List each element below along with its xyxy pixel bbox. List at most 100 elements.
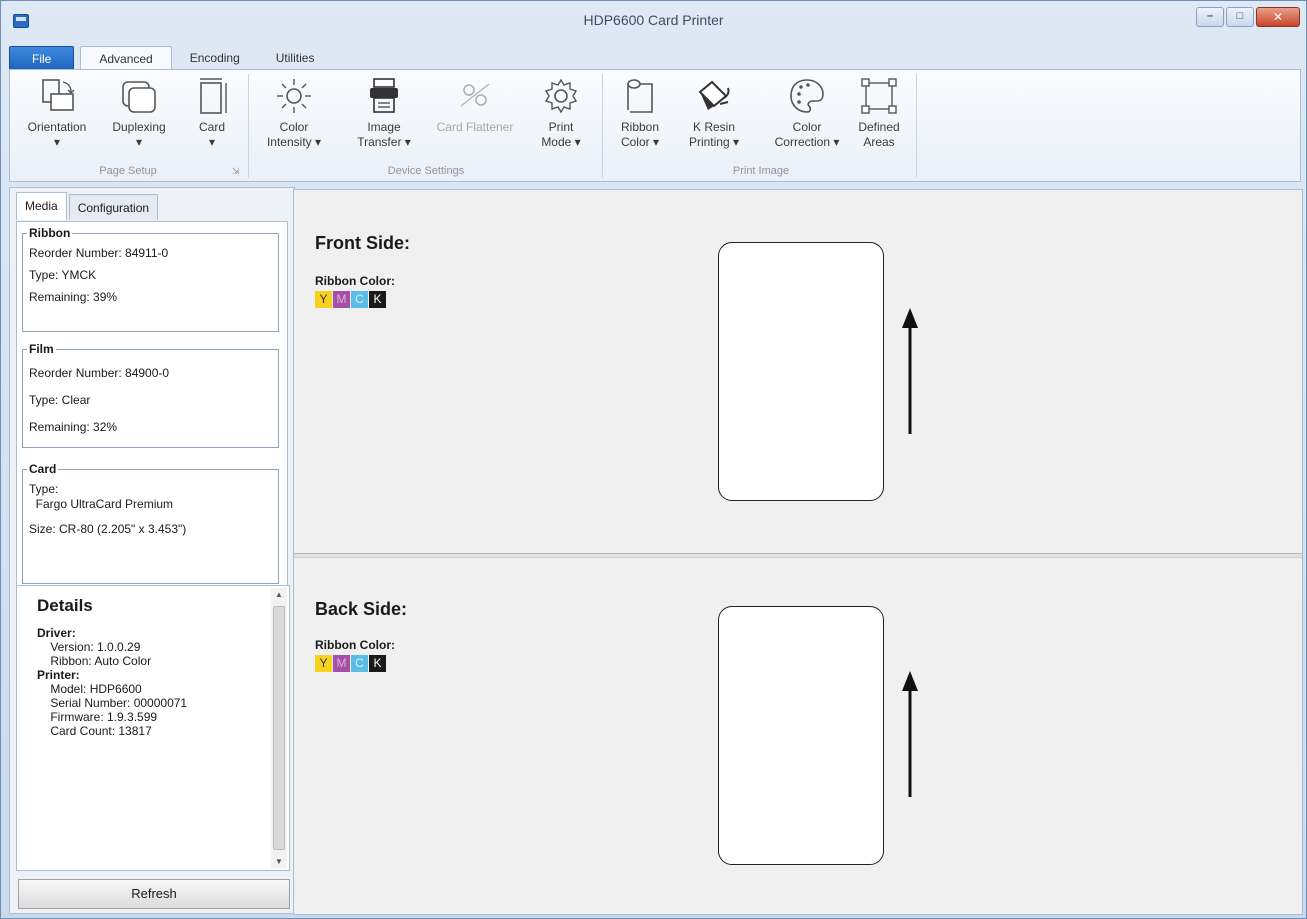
color-correction-button[interactable]: Color Correction ▾ xyxy=(762,76,852,150)
group-separator xyxy=(916,74,917,178)
black-panel-swatch: K xyxy=(369,655,386,672)
orientation-button[interactable]: Orientation ▾ xyxy=(18,76,96,150)
tab-encoding[interactable]: Encoding xyxy=(172,46,258,70)
media-panel: Ribbon Reorder Number: 84911-0 Type: YMC… xyxy=(16,221,288,593)
group-separator xyxy=(248,74,249,178)
driver-heading: Driver: xyxy=(37,626,76,640)
back-side-title: Back Side: xyxy=(315,599,408,619)
defined-areas-label-1: Defined xyxy=(858,120,900,134)
ribbon-tab-bar: File Advanced Encoding Utilities xyxy=(9,45,332,70)
ribbon-group: Ribbon Reorder Number: 84911-0 Type: YMC… xyxy=(22,226,279,332)
card-size-icon xyxy=(200,78,227,114)
ribbon-remaining: Remaining: 39% xyxy=(29,290,118,304)
front-ribbon-swatches: Y M C K xyxy=(315,291,387,308)
sun-icon xyxy=(277,79,311,113)
card-size: Size: CR-80 (2.205" x 3.453") xyxy=(29,522,187,536)
group-label-device-settings: Device Settings xyxy=(387,165,465,177)
maximize-icon: □ xyxy=(1236,10,1244,22)
duplexing-button[interactable]: Duplexing ▾ xyxy=(102,76,176,150)
duplexing-icon xyxy=(122,81,156,113)
title-bar: HDP6600 Card Printer – □ ✕ xyxy=(1,1,1306,45)
ribbon-color-label-1: Ribbon xyxy=(620,120,660,134)
minimize-button[interactable]: – xyxy=(1196,7,1224,27)
image-transfer-label-1: Image xyxy=(367,120,401,134)
details-title: Details xyxy=(37,596,93,615)
close-icon: ✕ xyxy=(1272,10,1284,24)
tab-advanced[interactable]: Advanced xyxy=(80,46,172,70)
print-mode-button[interactable]: Print Mode ▾ xyxy=(530,76,592,150)
card-button[interactable]: Card ▾ xyxy=(180,76,244,150)
yellow-panel-swatch: Y xyxy=(315,655,332,672)
back-feed-direction-arrow-icon xyxy=(900,669,920,802)
splitter[interactable] xyxy=(294,553,1302,558)
orientation-dropdown-caret: ▾ xyxy=(53,135,61,149)
card-group: Card Type: Fargo UltraCard Premium Size:… xyxy=(22,462,279,584)
close-button[interactable]: ✕ xyxy=(1256,7,1300,27)
card-preview-area: Front Side: Ribbon Color: Y M C K Back S… xyxy=(293,189,1303,915)
magenta-panel-swatch: M xyxy=(333,291,350,308)
details-text: Driver: Version: 1.0.0.29 Ribbon: Auto C… xyxy=(37,626,187,738)
card-label: Card xyxy=(198,120,225,134)
back-ribbon-swatches: Y M C K xyxy=(315,655,387,672)
print-mode-label-1: Print xyxy=(548,120,574,134)
maximize-button[interactable]: □ xyxy=(1226,7,1254,27)
orientation-icon xyxy=(42,79,75,111)
ribbon-reorder-number: Reorder Number: 84911-0 xyxy=(29,246,169,260)
card-flattener-icon xyxy=(460,83,490,107)
back-ribbon-color-label: Ribbon Color: xyxy=(315,638,395,652)
group-separator xyxy=(602,74,603,178)
tab-utilities[interactable]: Utilities xyxy=(258,46,333,70)
ribbon-color-button[interactable]: Ribbon Color ▾ xyxy=(608,76,672,150)
gear-icon xyxy=(544,78,578,114)
tab-media[interactable]: Media xyxy=(16,192,67,220)
duplexing-dropdown-caret: ▾ xyxy=(135,135,143,149)
film-type: Type: Clear xyxy=(29,393,91,407)
ribbon-roll-icon xyxy=(627,79,653,113)
film-group: Film Reorder Number: 84900-0 Type: Clear… xyxy=(22,342,279,448)
duplexing-label: Duplexing xyxy=(112,120,166,134)
back-card-outline xyxy=(718,606,884,865)
paint-bucket-icon xyxy=(698,80,730,110)
scroll-up-icon[interactable]: ▲ xyxy=(271,590,287,599)
print-mode-label-2: Mode ▾ xyxy=(541,135,581,149)
page-setup-dialog-launcher-icon[interactable]: ⇲ xyxy=(232,166,240,177)
card-dropdown-caret: ▾ xyxy=(208,135,216,149)
front-side-preview: Front Side: Ribbon Color: Y M C K xyxy=(294,190,1302,553)
color-intensity-button[interactable]: Color Intensity ▾ xyxy=(256,76,332,150)
card-type-label: Type: xyxy=(29,482,59,496)
front-feed-direction-arrow-icon xyxy=(900,306,920,439)
scroll-thumb[interactable] xyxy=(273,606,285,850)
printer-heading: Printer: xyxy=(37,668,80,682)
defined-areas-label-2: Areas xyxy=(863,135,895,149)
ribbon: Orientation ▾ Duplexing ▾ Card ▾ Page Se… xyxy=(9,69,1301,182)
scroll-down-icon[interactable]: ▼ xyxy=(271,857,287,866)
ribbon-group-title: Ribbon xyxy=(29,226,71,240)
film-reorder-number: Reorder Number: 84900-0 xyxy=(29,366,170,380)
film-group-title: Film xyxy=(29,342,54,356)
defined-areas-button[interactable]: Defined Areas xyxy=(848,76,910,150)
k-resin-label-2: Printing ▾ xyxy=(688,135,740,149)
color-correction-label-1: Color xyxy=(792,120,822,134)
group-label-print-image: Print Image xyxy=(732,165,790,177)
front-side-title: Front Side: xyxy=(315,233,410,253)
ribbon-color-label-2: Color ▾ xyxy=(620,135,660,149)
tab-file[interactable]: File xyxy=(9,46,75,70)
refresh-button[interactable]: Refresh xyxy=(18,879,290,909)
panel-tab-bar: Media Configuration xyxy=(16,192,160,220)
image-transfer-icon xyxy=(370,78,398,113)
magenta-panel-swatch: M xyxy=(333,655,350,672)
details-scrollbar[interactable]: ▲ ▼ xyxy=(271,588,287,868)
color-correction-label-2: Correction ▾ xyxy=(774,135,840,149)
k-resin-printing-button[interactable]: K Resin Printing ▾ xyxy=(676,76,752,150)
image-transfer-button[interactable]: Image Transfer ▾ xyxy=(344,76,424,150)
group-label-page-setup: Page Setup xyxy=(99,165,157,177)
yellow-panel-swatch: Y xyxy=(315,291,332,308)
left-panel: Media Configuration Ribbon Reorder Numbe… xyxy=(9,187,295,914)
front-card-outline xyxy=(718,242,884,501)
cyan-panel-swatch: C xyxy=(351,291,368,308)
printer-info: Model: HDP6600 Serial Number: 00000071 F… xyxy=(50,682,188,738)
k-resin-label-1: K Resin xyxy=(692,120,736,134)
color-intensity-label-1: Color xyxy=(279,120,309,134)
film-remaining: Remaining: 32% xyxy=(29,420,118,434)
tab-configuration[interactable]: Configuration xyxy=(68,194,159,220)
